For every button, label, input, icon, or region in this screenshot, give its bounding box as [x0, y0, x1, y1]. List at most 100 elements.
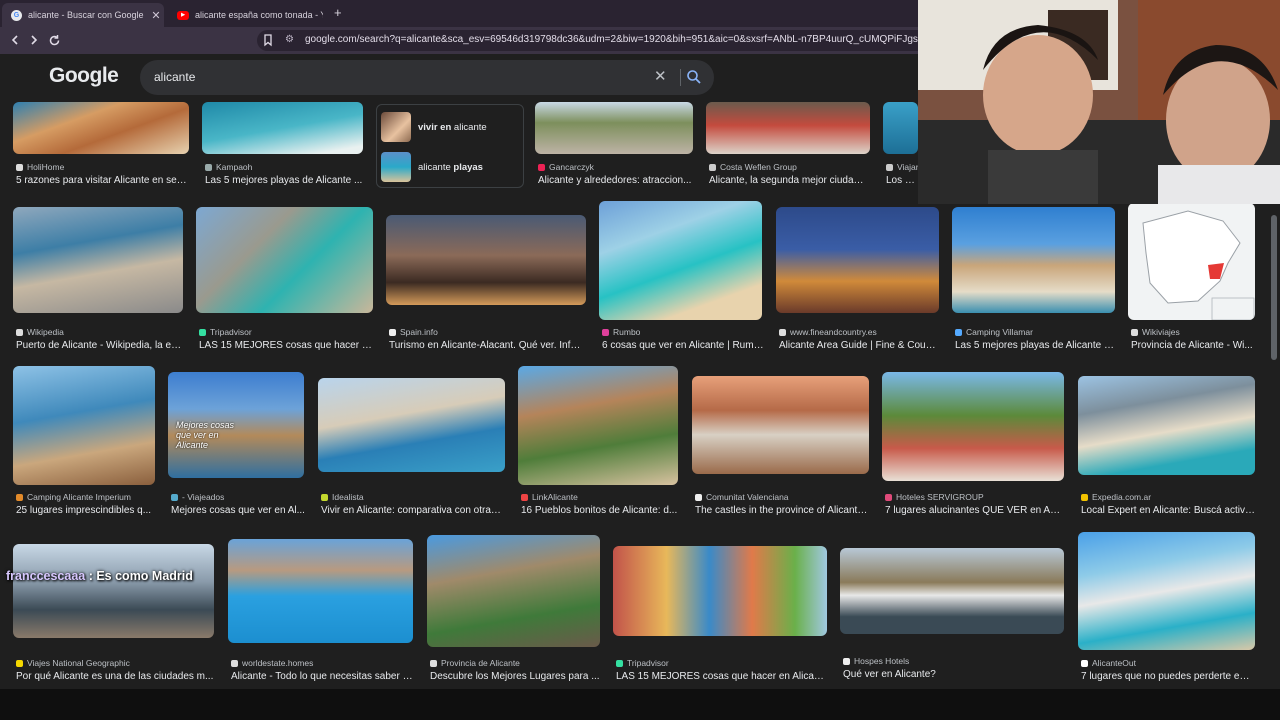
related-label: alicante playas	[418, 161, 483, 173]
result-image[interactable]	[599, 201, 762, 320]
result-image[interactable]	[13, 207, 183, 313]
result-caption[interactable]: Local Expert en Alicante: Buscá activi..…	[1081, 505, 1255, 516]
search-input[interactable]: alicante	[154, 70, 195, 84]
result-caption[interactable]: Turismo en Alicante-Alacant. Qué ver. In…	[389, 340, 585, 351]
result-image[interactable]	[386, 215, 586, 305]
result-image[interactable]	[692, 376, 869, 474]
back-icon[interactable]	[6, 31, 24, 49]
page-scrollbar[interactable]	[1271, 215, 1277, 360]
result-source: HoliHome	[16, 162, 188, 172]
result-caption[interactable]: Alicante y alrededores: atraccion...	[538, 175, 694, 186]
result-caption[interactable]: Vivir en Alicante: comparativa con otras…	[321, 505, 505, 516]
search-icon[interactable]	[686, 69, 702, 85]
result-source: Wikiviajes	[1131, 327, 1255, 337]
result-source: Wikipedia	[16, 327, 184, 337]
result-image[interactable]	[318, 378, 505, 472]
tab-google-search[interactable]: G alicante - Buscar con Google ✕	[2, 3, 164, 27]
related-search-vivir[interactable]: vivir en alicante	[381, 110, 521, 144]
result-image[interactable]	[427, 535, 600, 647]
result-caption[interactable]: LAS 15 MEJORES cosas que hacer e...	[199, 340, 373, 351]
tab-title: alicante - Buscar con Google	[28, 10, 144, 20]
result-caption[interactable]: Alicante, la segunda mejor ciudad ...	[709, 175, 869, 186]
result-image[interactable]	[535, 102, 693, 154]
result-caption[interactable]: Los 20 d...	[886, 175, 920, 186]
result-image[interactable]	[706, 102, 870, 154]
result-caption[interactable]: 6 cosas que ver en Alicante | Rumbo	[602, 340, 764, 351]
related-thumb	[381, 112, 411, 142]
google-logo[interactable]: Google	[49, 64, 119, 88]
site-info-icon[interactable]: ⚙	[285, 34, 294, 45]
result-source: Expedia.com.ar	[1081, 492, 1255, 502]
result-caption[interactable]: Alicante Area Guide | Fine & Country	[779, 340, 941, 351]
result-caption[interactable]: Puerto de Alicante - Wikipedia, la en...	[16, 340, 184, 351]
google-favicon-icon: G	[11, 9, 22, 21]
result-image-map[interactable]	[1128, 203, 1255, 320]
result-caption[interactable]: 25 lugares imprescindibles q...	[16, 505, 156, 516]
result-caption[interactable]: LAS 15 MEJORES cosas que hacer en Alican…	[616, 671, 826, 682]
url-text: google.com/search?q=alicante&sca_esv=695…	[305, 34, 935, 45]
tab-youtube[interactable]: ▶ alicante españa como tonada - YouTube	[168, 3, 323, 27]
result-image[interactable]	[13, 544, 214, 638]
result-image[interactable]	[518, 366, 678, 485]
webcam-feed	[918, 0, 1280, 204]
result-caption[interactable]: 16 Pueblos bonitos de Alicante: d...	[521, 505, 679, 516]
forward-icon[interactable]	[25, 31, 43, 49]
result-caption[interactable]: Alicante - Todo lo que necesitas saber s…	[231, 671, 413, 682]
result-source: Hoteles SERVIGROUP	[885, 492, 1065, 502]
reload-icon[interactable]	[45, 31, 63, 49]
result-image[interactable]	[196, 207, 373, 313]
result-source: Idealista	[321, 492, 505, 502]
clear-search-icon[interactable]: ✕	[654, 67, 667, 85]
result-image[interactable]	[1078, 532, 1255, 650]
result-caption[interactable]: Provincia de Alicante - Wi...	[1131, 340, 1255, 351]
result-source: - Viajeados	[171, 492, 305, 502]
result-caption[interactable]: Qué ver en Alicante?	[843, 669, 1063, 680]
result-source: Provincia de Alicante	[430, 658, 600, 668]
result-image[interactable]	[840, 548, 1064, 634]
result-caption[interactable]: Por qué Alicante es una de las ciudades …	[16, 671, 214, 682]
result-image[interactable]: Mejores cosas que ver en Alicante	[168, 372, 304, 478]
result-image[interactable]	[613, 546, 827, 636]
result-image[interactable]	[13, 102, 189, 154]
result-source: Viajes National Geographic	[16, 658, 214, 668]
related-thumb	[381, 152, 411, 182]
chat-username: franccescaaa	[6, 569, 86, 583]
close-tab-icon[interactable]: ✕	[148, 9, 164, 22]
chat-text: : Es como Madrid	[85, 569, 193, 583]
search-divider	[680, 69, 681, 86]
result-caption[interactable]: Las 5 mejores playas de Alicante ...	[205, 175, 365, 186]
result-source: Costa Weflen Group	[709, 162, 869, 172]
bookmark-icon[interactable]	[261, 33, 275, 47]
result-source: Viajar	[886, 162, 920, 172]
result-caption[interactable]: 7 lugares que no puedes perderte en ...	[1081, 671, 1255, 682]
new-tab-button[interactable]: +	[334, 5, 342, 20]
result-image[interactable]	[202, 102, 363, 154]
result-caption[interactable]: 5 razones para visitar Alicante en sep..…	[16, 175, 190, 186]
result-caption[interactable]: 7 lugares alucinantes QUE VER en ALI...	[885, 505, 1065, 516]
result-caption[interactable]: Las 5 mejores playas de Alicante -...	[955, 340, 1115, 351]
result-caption[interactable]: The castles in the province of Alicante.…	[695, 505, 869, 516]
result-image[interactable]	[13, 366, 155, 485]
result-image[interactable]	[1078, 376, 1255, 475]
tab-title: alicante españa como tonada - YouTube	[195, 10, 323, 20]
result-source: Tripadvisor	[616, 658, 826, 668]
result-image[interactable]	[952, 207, 1115, 313]
address-bar[interactable]: ⚙ google.com/search?q=alicante&sca_esv=6…	[257, 30, 937, 51]
result-source: Camping Villamar	[955, 327, 1115, 337]
result-source: www.fineandcountry.es	[779, 327, 939, 337]
result-source: Comunitat Valenciana	[695, 492, 869, 502]
search-box[interactable]: alicante ✕	[140, 60, 714, 95]
result-caption[interactable]: Descubre los Mejores Lugares para ...	[430, 671, 600, 682]
result-source: worldestate.homes	[231, 658, 413, 668]
result-caption[interactable]: Mejores cosas que ver en Al...	[171, 505, 305, 516]
result-source: Spain.info	[389, 327, 585, 337]
result-source: Gancarczyk	[538, 162, 694, 172]
result-source: AlicanteOut	[1081, 658, 1255, 668]
result-image[interactable]	[776, 207, 939, 313]
result-image[interactable]	[883, 102, 918, 154]
result-image[interactable]	[228, 539, 413, 643]
webcam-overlay	[918, 0, 1280, 204]
result-image[interactable]	[882, 372, 1064, 481]
related-search-playas[interactable]: alicante playas	[381, 150, 521, 184]
spain-map-icon	[1142, 210, 1255, 320]
